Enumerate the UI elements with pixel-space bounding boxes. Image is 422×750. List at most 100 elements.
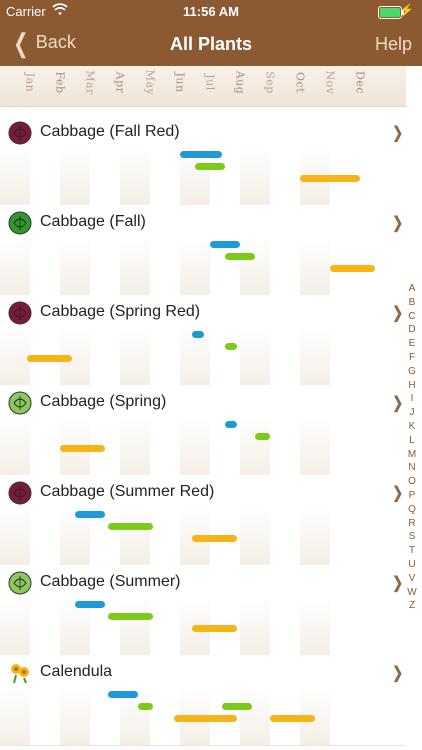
month-label: Aug <box>233 70 247 95</box>
status-time: 11:56 AM <box>183 4 239 19</box>
schedule-bar-orange <box>300 175 360 182</box>
month-label: Nov <box>323 70 337 95</box>
index-letter[interactable]: Z <box>404 599 420 613</box>
index-letter[interactable]: V <box>404 572 420 586</box>
month-band <box>120 237 150 295</box>
month-band <box>120 597 150 655</box>
schedule-bar-blue <box>180 151 222 158</box>
schedule-bar-orange <box>60 445 105 452</box>
month-band <box>120 327 150 385</box>
month-label: Sep <box>263 71 277 94</box>
index-letter[interactable]: J <box>404 406 420 420</box>
schedule-bar-blue <box>75 601 105 608</box>
plant-row[interactable]: Cabbage (Summer) ❯ <box>0 565 406 656</box>
page-title: All Plants <box>169 34 253 54</box>
month-label: Mar <box>83 70 97 95</box>
alphabet-index[interactable]: ABCDEFGHIJKLMNOPQRSTUVWZ <box>404 282 420 613</box>
cabbage-red-icon <box>8 121 32 145</box>
month-band <box>300 237 330 295</box>
schedule-bar-green <box>195 163 225 170</box>
status-bar: Carrier 11:56 AM ⚡ <box>0 0 422 24</box>
schedule-bar-green <box>225 343 237 350</box>
schedule-bar-green <box>225 253 255 260</box>
nav-bar: ❮ Back All Plants Help <box>0 24 422 66</box>
cabbage-lightgreen-icon <box>8 571 32 595</box>
month-label: May <box>143 69 157 96</box>
schedule-bar-blue <box>108 691 138 698</box>
month-band <box>240 147 270 205</box>
index-letter[interactable]: R <box>404 517 420 531</box>
schedule-bar-green <box>108 523 153 530</box>
plant-name: Cabbage (Spring) <box>40 393 167 410</box>
chevron-right-icon: ❯ <box>391 395 403 412</box>
plant-row[interactable]: Cabbage (Fall Red) ❯ <box>0 115 406 206</box>
chevron-right-icon: ❯ <box>391 215 403 232</box>
schedule-bar-green <box>138 703 153 710</box>
month-band <box>300 327 330 385</box>
month-band <box>120 507 150 565</box>
plant-row[interactable]: Cabbage (Fall) ❯ <box>0 205 406 296</box>
month-band <box>240 417 270 475</box>
month-label: Jan <box>23 72 37 93</box>
month-label: Feb <box>53 71 67 94</box>
index-letter[interactable]: B <box>404 296 420 310</box>
chevron-right-icon: ❯ <box>391 575 403 592</box>
plant-name: Cabbage (Fall) <box>40 213 146 230</box>
month-band <box>0 417 30 475</box>
schedule-bar-green <box>222 703 252 710</box>
month-band <box>60 147 90 205</box>
index-letter[interactable]: L <box>404 434 420 448</box>
schedule-bar-orange <box>270 715 315 722</box>
index-letter[interactable]: M <box>404 448 420 462</box>
month-band <box>0 237 30 295</box>
plant-row[interactable]: Cabbage (Summer Red) ❯ <box>0 475 406 566</box>
index-letter[interactable]: D <box>404 323 420 337</box>
schedule-bar-orange <box>27 355 72 362</box>
plant-row[interactable]: Cabbage (Spring Red) ❯ <box>0 295 406 386</box>
month-band <box>300 417 330 475</box>
schedule-bar-blue <box>75 511 105 518</box>
index-letter[interactable]: K <box>404 420 420 434</box>
index-letter[interactable]: S <box>404 530 420 544</box>
index-letter[interactable]: W <box>404 586 420 600</box>
plant-name: Calendula <box>40 663 113 680</box>
index-letter[interactable]: U <box>404 558 420 572</box>
plant-name: Cabbage (Fall Red) <box>40 123 180 140</box>
plant-name: Cabbage (Spring Red) <box>40 303 201 320</box>
help-button[interactable]: Help <box>375 34 412 55</box>
month-band <box>120 417 150 475</box>
month-label: Oct <box>293 71 307 94</box>
index-letter[interactable]: G <box>404 365 420 379</box>
schedule-bar-orange <box>330 265 375 272</box>
month-band <box>60 687 90 745</box>
index-letter[interactable]: N <box>404 461 420 475</box>
chevron-right-icon: ❯ <box>391 665 403 682</box>
month-header: Jan Feb Mar Apr May Jun Jul Aug Sep Oct Nov Dec <box>0 66 406 107</box>
charging-icon: ⚡ <box>399 3 414 17</box>
month-label: Jul <box>203 74 217 91</box>
index-letter[interactable]: O <box>404 475 420 489</box>
plant-name: Cabbage (Summer Red) <box>40 483 215 500</box>
month-band <box>0 507 30 565</box>
plant-row[interactable]: Calendula ❯ <box>0 655 406 746</box>
index-letter[interactable]: A <box>404 282 420 296</box>
index-letter[interactable]: F <box>404 351 420 365</box>
cabbage-red-icon <box>8 301 32 325</box>
schedule-bar-orange <box>192 535 237 542</box>
cabbage-lightgreen-icon <box>8 391 32 415</box>
chevron-right-icon: ❯ <box>391 485 403 502</box>
index-letter[interactable]: P <box>404 489 420 503</box>
plant-row[interactable]: Cabbage (Spring) ❯ <box>0 385 406 476</box>
index-letter[interactable]: T <box>404 544 420 558</box>
index-letter[interactable]: C <box>404 310 420 324</box>
index-letter[interactable]: Q <box>404 503 420 517</box>
index-letter[interactable]: E <box>404 337 420 351</box>
month-band <box>240 237 270 295</box>
index-letter[interactable]: I <box>404 392 420 406</box>
month-label: Jun <box>173 72 187 93</box>
month-band <box>180 417 210 475</box>
index-letter[interactable]: H <box>404 379 420 393</box>
month-band <box>240 507 270 565</box>
calendula-flower-icon <box>8 661 32 685</box>
cabbage-green-icon <box>8 211 32 235</box>
